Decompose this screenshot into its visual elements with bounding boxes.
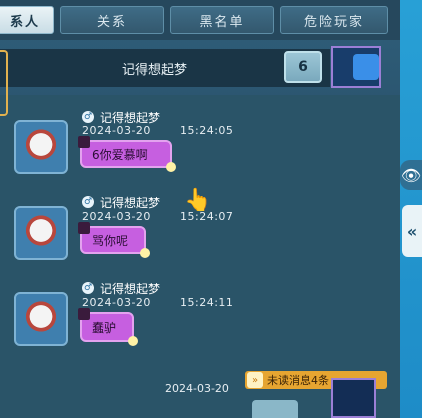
message-bubble[interactable]: 骂你呢: [78, 222, 150, 258]
bubble-spark-decoration: [128, 336, 138, 346]
bubble-spark-decoration: [166, 162, 176, 172]
profile-button[interactable]: [331, 46, 381, 88]
message-date: 2024-03-20: [82, 296, 151, 309]
sender-name: 记得想起梦: [100, 282, 161, 296]
message-time: 15:24:05: [180, 124, 234, 137]
sender-avatar[interactable]: [14, 120, 68, 174]
message-date: 2024-03-20: [82, 210, 151, 223]
bubble-corner-decoration: [78, 222, 90, 234]
chat-title: 记得想起梦: [122, 63, 188, 78]
sender-avatar[interactable]: [14, 292, 68, 346]
male-icon: ♂: [82, 282, 94, 294]
tab-blacklist[interactable]: 黑名单: [170, 6, 274, 34]
pointer-hand-icon: 👆: [184, 188, 212, 213]
bubble-spark-decoration: [140, 248, 150, 258]
message-text: 蠢驴: [92, 320, 117, 335]
message-time: 15:24:11: [180, 296, 234, 309]
message-date: 2024-03-20: [82, 124, 151, 137]
collapse-arrows-icon[interactable]: «: [402, 205, 422, 257]
left-accent-frame: [0, 50, 8, 116]
male-icon: ♂: [82, 111, 94, 123]
unread-messages-label: 未读消息4条: [267, 374, 329, 387]
corner-decoration: [331, 378, 376, 418]
profile-icon: [353, 54, 379, 80]
unread-counter-badge[interactable]: 6: [284, 51, 322, 83]
male-icon: ♂: [82, 196, 94, 208]
message-text: 骂你呢: [92, 233, 129, 248]
sender-avatar[interactable]: [14, 206, 68, 260]
partial-bubble: [252, 400, 298, 418]
message-text: 6你爱慕啊: [92, 147, 148, 162]
partial-message-date: 2024-03-20: [165, 382, 229, 395]
message-bubble[interactable]: 6你爱慕啊: [78, 136, 176, 172]
sender-name: 记得想起梦: [100, 196, 161, 210]
tab-dangerous-players[interactable]: 危险玩家: [280, 6, 388, 34]
tab-relations[interactable]: 关系: [60, 6, 164, 34]
message-bubble[interactable]: 蠢驴: [78, 308, 138, 346]
double-chevron-down-icon: »: [247, 372, 263, 388]
eye-icon[interactable]: 👁: [400, 160, 422, 190]
bubble-corner-decoration: [78, 136, 90, 148]
bubble-corner-decoration: [78, 308, 90, 320]
tab-contacts[interactable]: 系人: [0, 6, 54, 34]
